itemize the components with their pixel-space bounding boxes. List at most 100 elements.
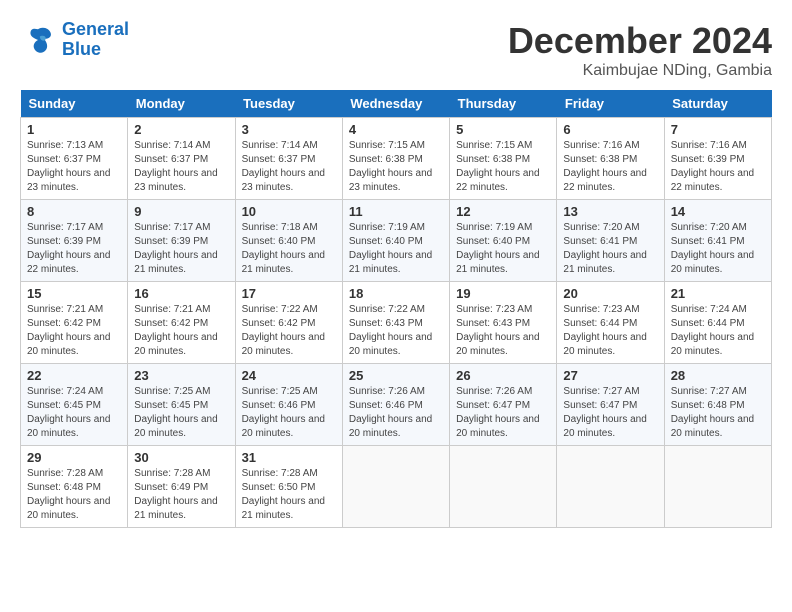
day-cell-4: 4 Sunrise: 7:15 AMSunset: 6:38 PMDaylight… [342,118,449,200]
weekday-header-friday: Friday [557,90,664,118]
day-number: 5 [456,122,550,137]
day-info: Sunrise: 7:20 AMSunset: 6:41 PMDaylight … [563,221,657,277]
day-cell-31: 31 Sunrise: 7:28 AMSunset: 6:50 PMDayligh… [235,446,342,528]
day-number: 12 [456,204,550,219]
day-cell-20: 20Sunrise: 7:23 AMSunset: 6:44 PMDayligh… [557,282,664,364]
day-number: 7 [671,122,765,137]
week-row-2: 8 Sunrise: 7:17 AMSunset: 6:39 PMDaylight… [21,200,772,282]
day-info: Sunrise: 7:14 AMSunset: 6:37 PMDaylight … [134,139,228,195]
day-cell-29: 29Sunrise: 7:28 AMSunset: 6:48 PMDayligh… [21,446,128,528]
empty-cell [664,446,771,528]
month-title: December 2024 [508,20,772,62]
day-number: 6 [563,122,657,137]
day-info: Sunrise: 7:28 AMSunset: 6:50 PMDaylight … [242,467,336,523]
day-cell-19: 19 Sunrise: 7:23 AMSunset: 6:43 PMDayligh… [450,282,557,364]
day-cell-17: 17Sunrise: 7:22 AMSunset: 6:42 PMDayligh… [235,282,342,364]
logo-line1: General [62,19,129,39]
day-number: 20 [563,286,657,301]
day-number: 15 [27,286,121,301]
day-cell-13: 13 Sunrise: 7:20 AMSunset: 6:41 PMDayligh… [557,200,664,282]
day-cell-24: 24 Sunrise: 7:25 AMSunset: 6:46 PMDayligh… [235,364,342,446]
day-number: 22 [27,368,121,383]
day-info: Sunrise: 7:15 AMSunset: 6:38 PMDaylight … [456,139,550,195]
day-cell-10: 10 Sunrise: 7:18 AMSunset: 6:40 PMDayligh… [235,200,342,282]
day-info: Sunrise: 7:19 AMSunset: 6:40 PMDaylight … [456,221,550,277]
location-title: Kaimbujae NDing, Gambia [508,62,772,80]
day-number: 23 [134,368,228,383]
day-info: Sunrise: 7:27 AMSunset: 6:47 PMDaylight … [563,385,657,441]
weekday-header-tuesday: Tuesday [235,90,342,118]
day-cell-7: 7 Sunrise: 7:16 AMSunset: 6:39 PMDaylight… [664,118,771,200]
day-number: 25 [349,368,443,383]
day-info: Sunrise: 7:18 AMSunset: 6:40 PMDaylight … [242,221,336,277]
logo-text: General Blue [62,20,129,60]
day-cell-8: 8 Sunrise: 7:17 AMSunset: 6:39 PMDaylight… [21,200,128,282]
day-number: 31 [242,450,336,465]
day-number: 3 [242,122,336,137]
page-header: General Blue December 2024 Kaimbujae NDi… [20,20,772,80]
day-number: 10 [242,204,336,219]
day-info: Sunrise: 7:21 AMSunset: 6:42 PMDaylight … [27,303,121,359]
day-info: Sunrise: 7:15 AMSunset: 6:38 PMDaylight … [349,139,443,195]
day-number: 30 [134,450,228,465]
day-info: Sunrise: 7:17 AMSunset: 6:39 PMDaylight … [27,221,121,277]
day-cell-26: 26 Sunrise: 7:26 AMSunset: 6:47 PMDayligh… [450,364,557,446]
empty-cell [342,446,449,528]
day-cell-5: 5 Sunrise: 7:15 AMSunset: 6:38 PMDaylight… [450,118,557,200]
week-row-5: 29Sunrise: 7:28 AMSunset: 6:48 PMDayligh… [21,446,772,528]
day-number: 8 [27,204,121,219]
day-cell-11: 11Sunrise: 7:19 AMSunset: 6:40 PMDayligh… [342,200,449,282]
day-info: Sunrise: 7:16 AMSunset: 6:39 PMDaylight … [671,139,765,195]
day-cell-15: 15 Sunrise: 7:21 AMSunset: 6:42 PMDayligh… [21,282,128,364]
day-number: 26 [456,368,550,383]
logo-line2: Blue [62,39,101,59]
day-number: 4 [349,122,443,137]
weekday-header-row: SundayMondayTuesdayWednesdayThursdayFrid… [21,90,772,118]
weekday-header-thursday: Thursday [450,90,557,118]
title-block: December 2024 Kaimbujae NDing, Gambia [508,20,772,80]
day-info: Sunrise: 7:26 AMSunset: 6:46 PMDaylight … [349,385,443,441]
weekday-header-saturday: Saturday [664,90,771,118]
day-number: 21 [671,286,765,301]
day-number: 24 [242,368,336,383]
day-info: Sunrise: 7:24 AMSunset: 6:44 PMDaylight … [671,303,765,359]
day-info: Sunrise: 7:24 AMSunset: 6:45 PMDaylight … [27,385,121,441]
day-info: Sunrise: 7:28 AMSunset: 6:49 PMDaylight … [134,467,228,523]
week-row-4: 22 Sunrise: 7:24 AMSunset: 6:45 PMDayligh… [21,364,772,446]
day-cell-16: 16Sunrise: 7:21 AMSunset: 6:42 PMDayligh… [128,282,235,364]
day-info: Sunrise: 7:26 AMSunset: 6:47 PMDaylight … [456,385,550,441]
day-cell-9: 9 Sunrise: 7:17 AMSunset: 6:39 PMDaylight… [128,200,235,282]
day-number: 27 [563,368,657,383]
day-info: Sunrise: 7:28 AMSunset: 6:48 PMDaylight … [27,467,121,523]
day-cell-28: 28 Sunrise: 7:27 AMSunset: 6:48 PMDayligh… [664,364,771,446]
day-cell-1: 1 Sunrise: 7:13 AMSunset: 6:37 PMDaylight… [21,118,128,200]
day-info: Sunrise: 7:25 AMSunset: 6:46 PMDaylight … [242,385,336,441]
day-number: 9 [134,204,228,219]
day-info: Sunrise: 7:22 AMSunset: 6:43 PMDaylight … [349,303,443,359]
logo: General Blue [20,20,129,60]
day-number: 14 [671,204,765,219]
day-number: 28 [671,368,765,383]
day-cell-22: 22 Sunrise: 7:24 AMSunset: 6:45 PMDayligh… [21,364,128,446]
day-info: Sunrise: 7:19 AMSunset: 6:40 PMDaylight … [349,221,443,277]
day-number: 17 [242,286,336,301]
calendar-table: SundayMondayTuesdayWednesdayThursdayFrid… [20,90,772,528]
day-info: Sunrise: 7:16 AMSunset: 6:38 PMDaylight … [563,139,657,195]
day-number: 13 [563,204,657,219]
day-number: 1 [27,122,121,137]
day-cell-12: 12 Sunrise: 7:19 AMSunset: 6:40 PMDayligh… [450,200,557,282]
logo-icon [20,22,56,58]
day-info: Sunrise: 7:17 AMSunset: 6:39 PMDaylight … [134,221,228,277]
week-row-3: 15 Sunrise: 7:21 AMSunset: 6:42 PMDayligh… [21,282,772,364]
weekday-header-monday: Monday [128,90,235,118]
day-cell-21: 21 Sunrise: 7:24 AMSunset: 6:44 PMDayligh… [664,282,771,364]
day-number: 19 [456,286,550,301]
week-row-1: 1 Sunrise: 7:13 AMSunset: 6:37 PMDaylight… [21,118,772,200]
day-cell-6: 6 Sunrise: 7:16 AMSunset: 6:38 PMDaylight… [557,118,664,200]
day-info: Sunrise: 7:25 AMSunset: 6:45 PMDaylight … [134,385,228,441]
day-info: Sunrise: 7:13 AMSunset: 6:37 PMDaylight … [27,139,121,195]
day-cell-23: 23 Sunrise: 7:25 AMSunset: 6:45 PMDayligh… [128,364,235,446]
day-info: Sunrise: 7:23 AMSunset: 6:43 PMDaylight … [456,303,550,359]
day-info: Sunrise: 7:27 AMSunset: 6:48 PMDaylight … [671,385,765,441]
weekday-header-sunday: Sunday [21,90,128,118]
